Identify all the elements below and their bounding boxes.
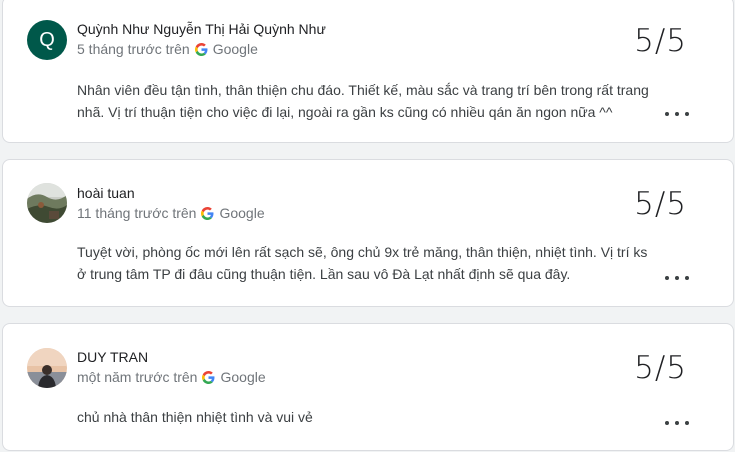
google-g-icon xyxy=(201,206,214,220)
google-g-icon xyxy=(202,370,215,384)
avatar[interactable] xyxy=(27,183,67,223)
more-options-icon[interactable] xyxy=(665,273,689,283)
review-meta: 5 tháng trước trên Google xyxy=(77,41,258,57)
review-card: Q Quỳnh Như Nguyễn Thị Hải Quỳnh Như 5 t… xyxy=(2,0,734,143)
review-time: 11 tháng trước trên xyxy=(77,205,197,221)
review-meta: 11 tháng trước trên Google xyxy=(77,205,265,221)
review-text: Nhân viên đều tận tình, thân thiện chu đ… xyxy=(77,82,649,120)
review-score: 5/5 xyxy=(634,23,687,59)
review-source: Google xyxy=(212,41,258,57)
more-options-icon[interactable] xyxy=(665,418,689,428)
review-score: 5/5 xyxy=(634,186,687,222)
avatar-photo xyxy=(27,183,67,223)
review-card: DUY TRAN một năm trước trên Google 5/5 c… xyxy=(2,323,734,451)
reviewer-name[interactable]: DUY TRAN xyxy=(77,349,148,365)
reviewer-name[interactable]: hoài tuan xyxy=(77,185,135,201)
review-source: Google xyxy=(219,205,265,221)
avatar-photo xyxy=(27,348,67,388)
review-meta: một năm trước trên Google xyxy=(77,369,266,385)
more-options-icon[interactable] xyxy=(665,109,689,119)
review-time: một năm trước trên xyxy=(77,369,198,385)
review-score: 5/5 xyxy=(634,350,687,386)
reviewer-name[interactable]: Quỳnh Như Nguyễn Thị Hải Quỳnh Như xyxy=(77,21,326,37)
avatar[interactable] xyxy=(27,348,67,388)
review-source: Google xyxy=(220,369,266,385)
review-text: Tuyệt vời, phòng ốc mới lên rất sạch sẽ,… xyxy=(77,244,648,282)
avatar[interactable]: Q xyxy=(27,20,67,60)
review-text: chủ nhà thân thiện nhiệt tình và vui vẻ xyxy=(77,409,313,425)
review-time: 5 tháng trước trên xyxy=(77,41,190,57)
review-card: hoài tuan 11 tháng trước trên Google 5/5… xyxy=(2,159,734,307)
google-g-icon xyxy=(194,42,208,56)
